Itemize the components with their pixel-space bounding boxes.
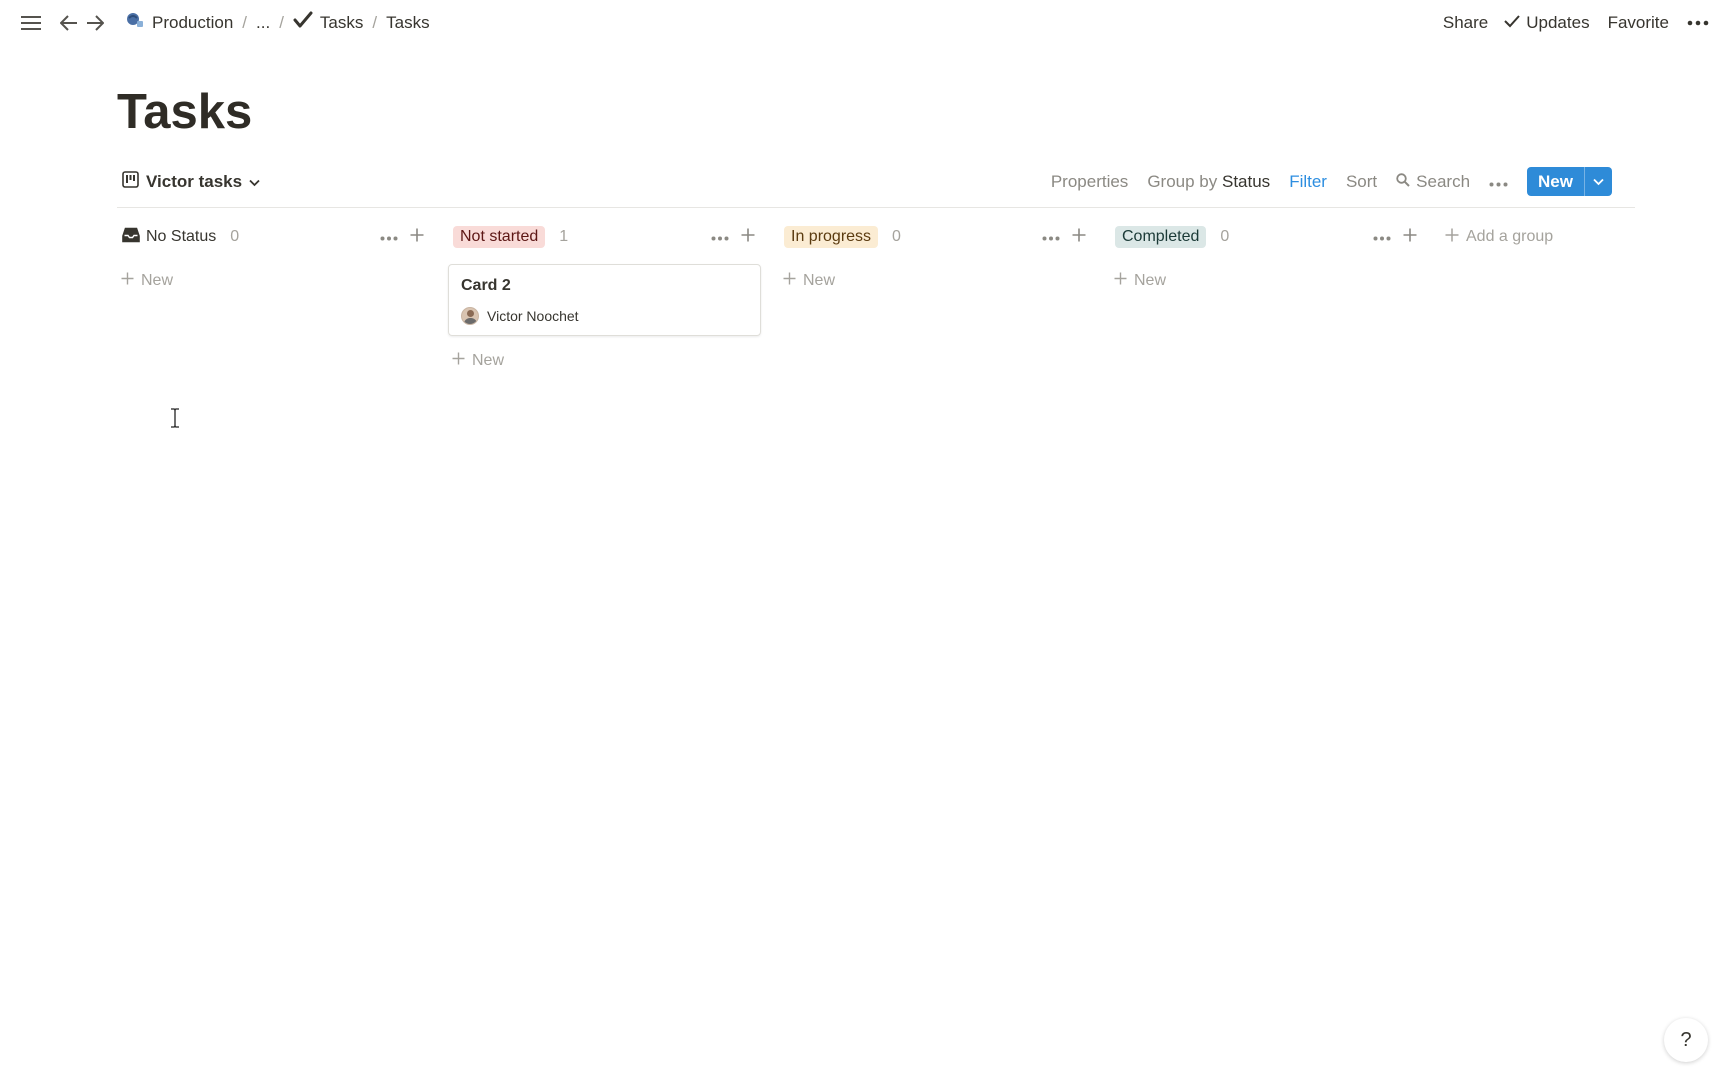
share-button[interactable]: Share [1443,13,1488,33]
view-more-icon[interactable] [1489,172,1508,192]
breadcrumb-label: ... [256,12,271,32]
text-cursor-icon [169,408,181,428]
plus-icon [121,272,134,290]
add-new-card-button[interactable]: New [1110,264,1421,298]
column-header[interactable]: In progress 0 [779,222,1090,252]
board-card[interactable]: Card 2 Victor Noochet [448,264,761,336]
filter-button[interactable]: Filter [1289,172,1327,192]
column-count: 1 [559,228,569,245]
new-dropdown-chevron-icon[interactable] [1584,167,1612,196]
favorite-button[interactable]: Favorite [1608,13,1669,33]
column-add-icon[interactable] [1403,228,1417,247]
add-new-card-button[interactable]: New [779,264,1090,298]
add-group-label: Add a group [1466,228,1554,245]
updates-label: Updates [1526,12,1590,32]
more-options-icon[interactable] [1687,20,1709,26]
column-actions [1373,228,1421,247]
breadcrumb-separator: / [372,12,378,32]
forward-arrow-icon[interactable] [82,10,108,36]
add-group-button[interactable]: Add a group [1441,222,1553,252]
board-column-in-progress: In progress 0 New [779,222,1090,378]
group-by-label: Group by [1147,171,1218,191]
sidebar-menu-icon[interactable] [18,10,44,36]
column-actions [711,228,759,247]
breadcrumb-label: Tasks [319,12,364,32]
view-tools: Properties Group by Status Filter Sort S… [1051,167,1612,196]
plus-icon [783,272,796,290]
column-name: Completed [1115,226,1207,248]
column-add-icon[interactable] [410,228,424,247]
page-title[interactable]: Tasks [117,84,252,140]
view-name: Victor tasks [146,171,243,191]
add-new-label: New [141,272,174,289]
column-more-icon[interactable] [1373,228,1391,246]
group-by-button[interactable]: Group by Status [1147,172,1270,192]
column-header[interactable]: Not started 1 [448,222,759,252]
properties-button[interactable]: Properties [1051,172,1128,192]
new-item-button: New [1527,167,1612,196]
board-view-icon [122,170,139,193]
avatar [461,307,479,325]
column-title: No Status [122,227,216,248]
add-new-label: New [472,352,505,369]
breadcrumb-separator: / [279,12,284,32]
back-arrow-icon[interactable] [56,10,82,36]
group-by-value: Status [1221,171,1271,191]
card-assignee: Victor Noochet [461,307,748,325]
top-bar-actions: Share Updates Favorite [1443,13,1709,33]
column-add-icon[interactable] [1072,228,1086,247]
breadcrumb-item-ellipsis[interactable]: ... [251,13,275,33]
board-column-no-status: No Status 0 New [117,222,428,378]
breadcrumb: Production / ... / Tasks / Tasks [120,11,435,34]
updates-button[interactable]: Updates [1504,12,1590,33]
column-name: Not started [453,226,546,248]
new-button[interactable]: New [1527,167,1584,196]
column-count: 0 [892,228,901,245]
column-actions [1042,228,1090,247]
column-more-icon[interactable] [711,228,729,246]
column-header[interactable]: Completed 0 [1110,222,1421,252]
top-bar: Production / ... / Tasks / Tasks Share U… [0,0,1727,45]
help-button[interactable]: ? [1664,1018,1708,1062]
column-actions [380,228,428,247]
column-name: No Status [146,228,217,245]
checkmark-icon [1504,13,1520,33]
add-new-label: New [1134,272,1167,289]
plus-icon [452,352,465,370]
column-more-icon[interactable] [380,228,398,246]
search-button[interactable]: Search [1396,172,1470,192]
workspace-icon [125,11,145,34]
column-count: 0 [1220,228,1230,245]
breadcrumb-item-tasks-parent[interactable]: Tasks [288,11,368,34]
chevron-down-icon [249,172,260,192]
breadcrumb-item-production[interactable]: Production [120,11,238,34]
column-add-icon[interactable] [741,228,755,247]
assignee-name: Victor Noochet [487,308,579,324]
search-label: Search [1416,171,1471,191]
breadcrumb-label: Tasks [386,12,430,32]
plus-icon [1445,228,1459,247]
column-count: 0 [230,228,240,245]
add-new-label: New [803,272,836,289]
add-new-card-button[interactable]: New [448,344,759,378]
breadcrumb-separator: / [242,12,248,32]
column-name: In progress [784,226,879,248]
search-icon [1396,172,1410,192]
breadcrumb-item-tasks-current[interactable]: Tasks [381,13,434,33]
checkmark-icon [293,11,313,34]
column-header[interactable]: No Status 0 [117,222,428,252]
view-selector[interactable]: Victor tasks [122,170,260,193]
breadcrumb-label: Production [152,12,234,32]
board-column-completed: Completed 0 New [1110,222,1421,378]
card-title: Card 2 [461,277,511,294]
sort-button[interactable]: Sort [1346,172,1377,192]
plus-icon [1114,272,1127,290]
inbox-icon [122,227,140,248]
add-new-card-button[interactable]: New [117,264,428,298]
kanban-board: No Status 0 New Not started 1 Card 2 Vic… [117,222,1553,378]
board-column-not-started: Not started 1 Card 2 Victor Noochet New [448,222,761,378]
view-toolbar: Victor tasks Properties Group by Status … [117,164,1635,208]
column-more-icon[interactable] [1042,228,1060,246]
